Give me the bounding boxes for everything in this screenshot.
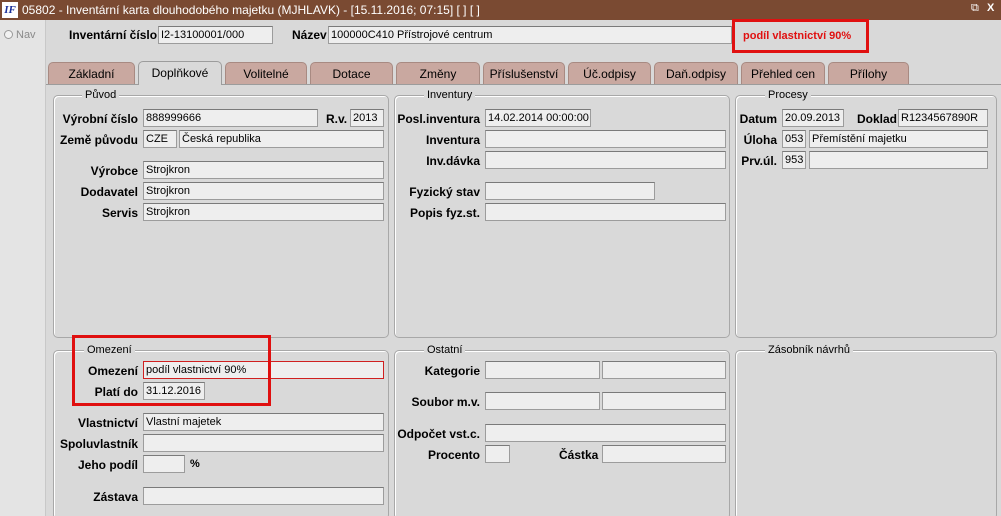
- group-zasobnik: [735, 350, 997, 516]
- title-bar: IF 05802 - Inventární karta dlouhodobého…: [0, 0, 1001, 20]
- restore-icon[interactable]: ⧉: [971, 2, 979, 15]
- tab-prehled-cen[interactable]: Přehled cen: [741, 62, 825, 84]
- set-code-field[interactable]: [485, 392, 600, 410]
- inv-batch-label: Inv.dávka: [426, 154, 480, 168]
- set-name-field[interactable]: [602, 392, 726, 410]
- inventory-field[interactable]: [485, 130, 726, 148]
- share-label: Jeho podíl: [78, 458, 138, 472]
- service-field[interactable]: Strojkron: [143, 203, 384, 221]
- country-label: Země původu: [59, 133, 138, 147]
- physical-desc-label: Popis fyz.st.: [409, 206, 480, 220]
- group-ostatni-title: Ostatní: [424, 344, 466, 356]
- ownership-field[interactable]: Vlastní majetek: [143, 413, 384, 431]
- category-label: Kategorie: [424, 364, 480, 378]
- last-inventory-label: Posl.inventura: [397, 112, 480, 126]
- serial-number-label: Výrobní číslo: [62, 112, 138, 126]
- share-unit: %: [190, 458, 200, 470]
- amount-field[interactable]: [602, 445, 726, 463]
- tab-dotace[interactable]: Dotace: [310, 62, 393, 84]
- group-puvod-title: Původ: [82, 89, 120, 101]
- percent-label: Procento: [427, 448, 480, 462]
- category-name-field[interactable]: [602, 361, 726, 379]
- physical-desc-field[interactable]: [485, 203, 726, 221]
- inv-batch-field[interactable]: [485, 151, 726, 169]
- co-owner-field[interactable]: [143, 434, 384, 452]
- share-field[interactable]: [143, 455, 185, 473]
- close-icon[interactable]: X: [987, 2, 994, 14]
- vat-deduction-field[interactable]: [485, 424, 726, 442]
- physical-state-label: Fyzický stav: [409, 185, 480, 199]
- manufacturer-field[interactable]: Strojkron: [143, 161, 384, 179]
- amount-label: Částka: [559, 448, 599, 462]
- tab-volitelne[interactable]: Volitelné: [225, 62, 307, 84]
- supplier-label: Dodavatel: [80, 185, 138, 199]
- supplier-field[interactable]: Strojkron: [143, 182, 384, 200]
- tab-doplnkove[interactable]: Doplňkové: [138, 61, 222, 85]
- pledge-field[interactable]: [143, 487, 384, 505]
- first-task-code-field[interactable]: 953: [782, 151, 806, 169]
- physical-state-field[interactable]: [485, 182, 655, 200]
- tab-dan-odpisy[interactable]: Daň.odpisy: [654, 62, 738, 84]
- document-label: Doklad: [857, 112, 898, 126]
- nav-label: Nav: [16, 29, 36, 41]
- inv-number-field[interactable]: I2-13100001/000: [158, 26, 273, 44]
- name-field[interactable]: 100000C410 Přístrojové centrum: [328, 26, 732, 44]
- app-logo-icon: IF: [2, 2, 18, 18]
- serial-number-field[interactable]: 888999666: [143, 109, 318, 127]
- left-strip: [0, 20, 46, 516]
- inv-number-label: Inventární číslo: [69, 28, 158, 42]
- group-zasobnik-title: Zásobník návrhů: [765, 344, 853, 356]
- pledge-label: Zástava: [93, 490, 138, 504]
- vat-deduction-label: Odpočet vst.c.: [397, 427, 480, 441]
- tab-uc-odpisy[interactable]: Úč.odpisy: [568, 62, 651, 84]
- year-label: R.v.: [326, 112, 348, 126]
- tab-prislusenstvi[interactable]: Příslušenství: [483, 62, 565, 84]
- year-field[interactable]: 2013: [350, 109, 384, 127]
- document-field[interactable]: R1234567890R: [898, 109, 988, 127]
- tab-zakladni[interactable]: Základní: [48, 62, 135, 84]
- category-code-field[interactable]: [485, 361, 600, 379]
- service-label: Servis: [101, 206, 138, 220]
- date-label: Datum: [739, 112, 777, 126]
- co-owner-label: Spoluvlastník: [59, 437, 138, 451]
- task-name-field[interactable]: Přemístění majetku: [809, 130, 988, 148]
- group-inventury-title: Inventury: [424, 89, 476, 101]
- first-task-name-field[interactable]: [809, 151, 988, 169]
- inventory-label: Inventura: [425, 133, 480, 147]
- last-inventory-field[interactable]: 14.02.2014 00:00:00: [485, 109, 591, 127]
- ownership-label: Vlastnictví: [77, 416, 138, 430]
- radio-icon: [4, 30, 13, 39]
- nav-radio[interactable]: Nav: [4, 29, 36, 41]
- window-title: 05802 - Inventární karta dlouhodobého ma…: [22, 3, 480, 17]
- set-label: Soubor m.v.: [411, 395, 480, 409]
- first-task-label: Prv.úl.: [741, 154, 777, 168]
- date-field[interactable]: 20.09.2013: [782, 109, 844, 127]
- country-name-field[interactable]: Česká republika: [179, 130, 384, 148]
- percent-field[interactable]: [485, 445, 510, 463]
- task-label: Úloha: [743, 133, 777, 147]
- tab-prilohy[interactable]: Přílohy: [828, 62, 909, 84]
- country-code-field[interactable]: CZE: [143, 130, 177, 148]
- manufacturer-label: Výrobce: [90, 164, 138, 178]
- task-code-field[interactable]: 053: [782, 130, 806, 148]
- tab-zmeny[interactable]: Změny: [396, 62, 480, 84]
- name-label: Název: [292, 28, 327, 42]
- restriction-highlight: [72, 335, 271, 406]
- ownership-warning: podíl vlastnictví 90%: [732, 19, 869, 53]
- group-procesy-title: Procesy: [765, 89, 811, 101]
